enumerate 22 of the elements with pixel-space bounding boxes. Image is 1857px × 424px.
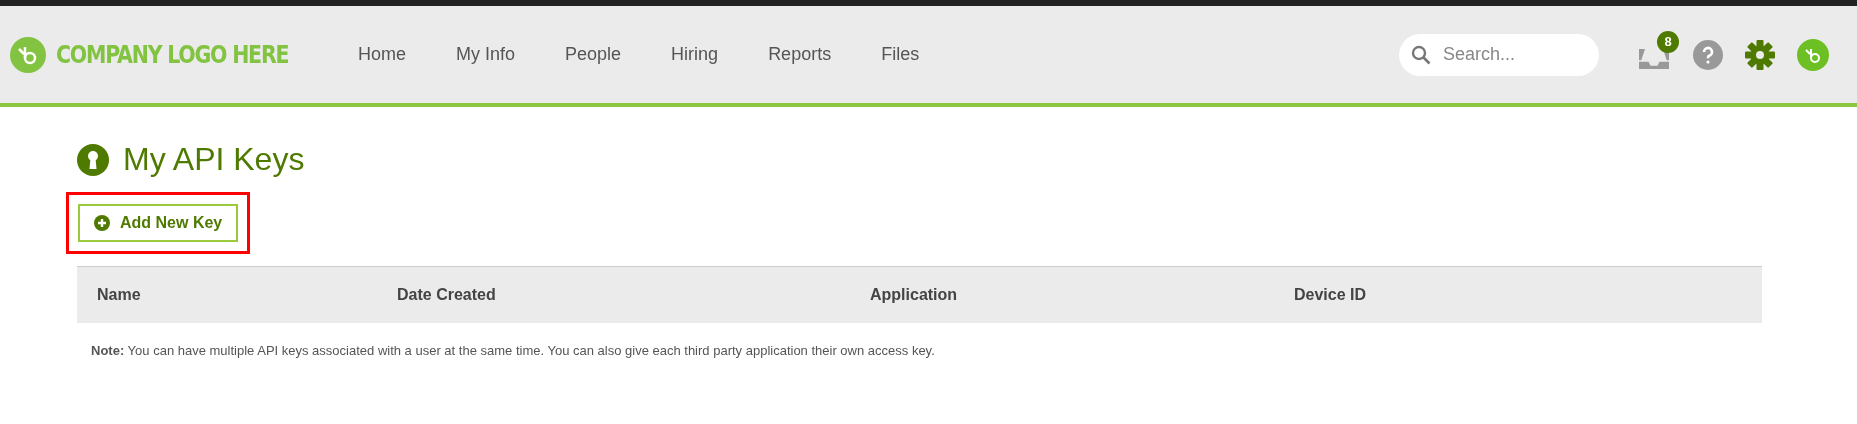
note-text: Note: You can have multiple API keys associated with a user at the same time. You can also give each third party application their own access key. bbox=[91, 343, 936, 358]
column-header: Date Created bbox=[397, 286, 496, 303]
page-title: My API Keys bbox=[123, 141, 305, 178]
plus-icon bbox=[94, 215, 110, 231]
nav-link[interactable]: Reports bbox=[768, 44, 832, 65]
nav-link[interactable]: My Info bbox=[456, 44, 516, 65]
column-header: Device ID bbox=[1294, 286, 1367, 303]
help-icon[interactable] bbox=[1693, 39, 1723, 70]
column-header: Name bbox=[97, 286, 141, 303]
settings-icon[interactable] bbox=[1745, 39, 1775, 70]
nav-link[interactable]: Hiring bbox=[671, 44, 719, 65]
nav-link[interactable]: Home bbox=[358, 44, 406, 65]
add-key-button[interactable]: Add New Key bbox=[78, 204, 239, 242]
avatar-icon[interactable] bbox=[1797, 38, 1829, 71]
logo-icon bbox=[10, 36, 46, 73]
search-field[interactable]: Search... bbox=[1399, 33, 1599, 76]
notification-badge: 8 bbox=[1657, 30, 1679, 53]
nav-link[interactable]: People bbox=[565, 44, 622, 65]
nav-link[interactable]: Files bbox=[881, 44, 920, 65]
keyhole-icon bbox=[77, 143, 109, 176]
logo-text: COMPANY LOGO HERE bbox=[56, 40, 289, 69]
column-header: Application bbox=[870, 286, 958, 303]
